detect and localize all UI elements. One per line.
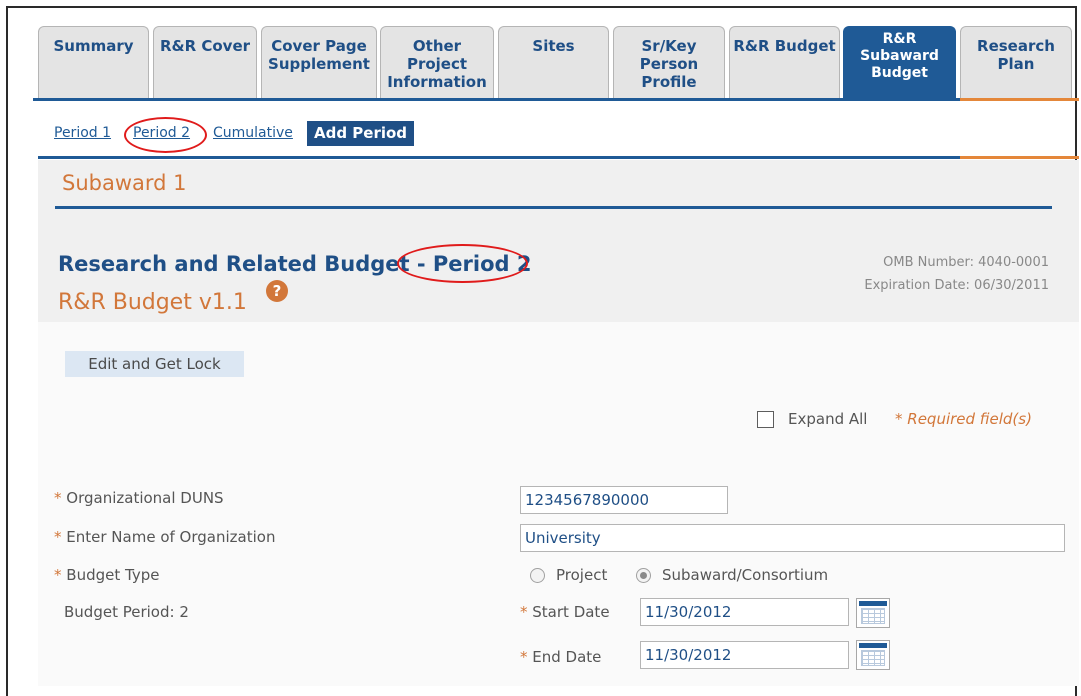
tab-sites[interactable]: Sites bbox=[498, 26, 609, 99]
budget-type-project-radio[interactable] bbox=[530, 568, 545, 583]
start-date-label-row: * Start Date bbox=[520, 603, 610, 621]
form-version: R&R Budget v1.1 bbox=[58, 290, 247, 315]
tab-bar-divider bbox=[33, 98, 1079, 101]
start-date-label: Start Date bbox=[532, 603, 610, 621]
duns-input[interactable]: 1234567890000 bbox=[520, 486, 728, 514]
subaward-divider bbox=[55, 206, 1052, 209]
duns-label-row: * Organizational DUNS bbox=[54, 489, 224, 507]
tab-research-plan[interactable]: Research Plan bbox=[960, 26, 1072, 99]
budget-type-label-row: * Budget Type bbox=[54, 566, 160, 584]
expand-all-checkbox[interactable] bbox=[757, 411, 774, 428]
start-date-calendar-icon[interactable] bbox=[856, 598, 890, 628]
period-1-link[interactable]: Period 1 bbox=[54, 125, 111, 141]
tab-other-project-information[interactable]: Other Project Information bbox=[380, 26, 494, 99]
tab-rr-cover[interactable]: R&R Cover bbox=[153, 26, 257, 99]
period-nav-divider bbox=[38, 156, 960, 159]
tab-sr-key-person-profile[interactable]: Sr/Key Person Profile bbox=[613, 26, 725, 99]
org-name-label-row: * Enter Name of Organization bbox=[54, 528, 276, 546]
org-name-input[interactable]: University bbox=[520, 524, 1065, 552]
subaward-title: Subaward 1 bbox=[62, 171, 187, 195]
expand-all-label[interactable]: Expand All bbox=[788, 410, 867, 428]
end-date-label: End Date bbox=[532, 648, 602, 666]
expiration-date: Expiration Date: 06/30/2011 bbox=[864, 278, 1049, 293]
period-title-highlight-circle bbox=[397, 244, 528, 283]
budget-type-subaward-radio[interactable] bbox=[636, 568, 651, 583]
edit-and-get-lock-button[interactable]: Edit and Get Lock bbox=[65, 351, 244, 377]
help-icon[interactable]: ? bbox=[266, 280, 288, 302]
tab-summary[interactable]: Summary bbox=[38, 26, 149, 99]
start-date-input[interactable]: 11/30/2012 bbox=[640, 598, 849, 626]
period-nav-accent bbox=[960, 156, 1079, 159]
budget-type-label: Budget Type bbox=[66, 566, 160, 584]
end-date-calendar-icon[interactable] bbox=[856, 640, 890, 670]
period-2-highlight-circle bbox=[124, 117, 207, 153]
tab-bar-accent bbox=[960, 98, 1079, 101]
end-date-label-row: * End Date bbox=[520, 648, 602, 666]
duns-label: Organizational DUNS bbox=[66, 489, 224, 507]
required-fields-note: * Required field(s) bbox=[895, 410, 1032, 428]
budget-type-project-label[interactable]: Project bbox=[556, 566, 607, 584]
tab-rr-budget[interactable]: R&R Budget bbox=[729, 26, 840, 99]
tab-cover-page-supplement[interactable]: Cover Page Supplement bbox=[261, 26, 377, 99]
omb-number: OMB Number: 4040-0001 bbox=[883, 255, 1049, 270]
budget-type-subaward-label[interactable]: Subaward/Consortium bbox=[662, 566, 828, 584]
budget-period-label: Budget Period: 2 bbox=[64, 603, 189, 621]
tab-rr-subaward-budget[interactable]: R&R Subaward Budget bbox=[843, 26, 956, 100]
omb-info: OMB Number: 4040-0001 Expiration Date: 0… bbox=[864, 251, 1049, 297]
end-date-input[interactable]: 11/30/2012 bbox=[640, 641, 849, 669]
cumulative-link[interactable]: Cumulative bbox=[213, 125, 293, 141]
add-period-button[interactable]: Add Period bbox=[307, 121, 414, 146]
org-name-label: Enter Name of Organization bbox=[66, 528, 276, 546]
